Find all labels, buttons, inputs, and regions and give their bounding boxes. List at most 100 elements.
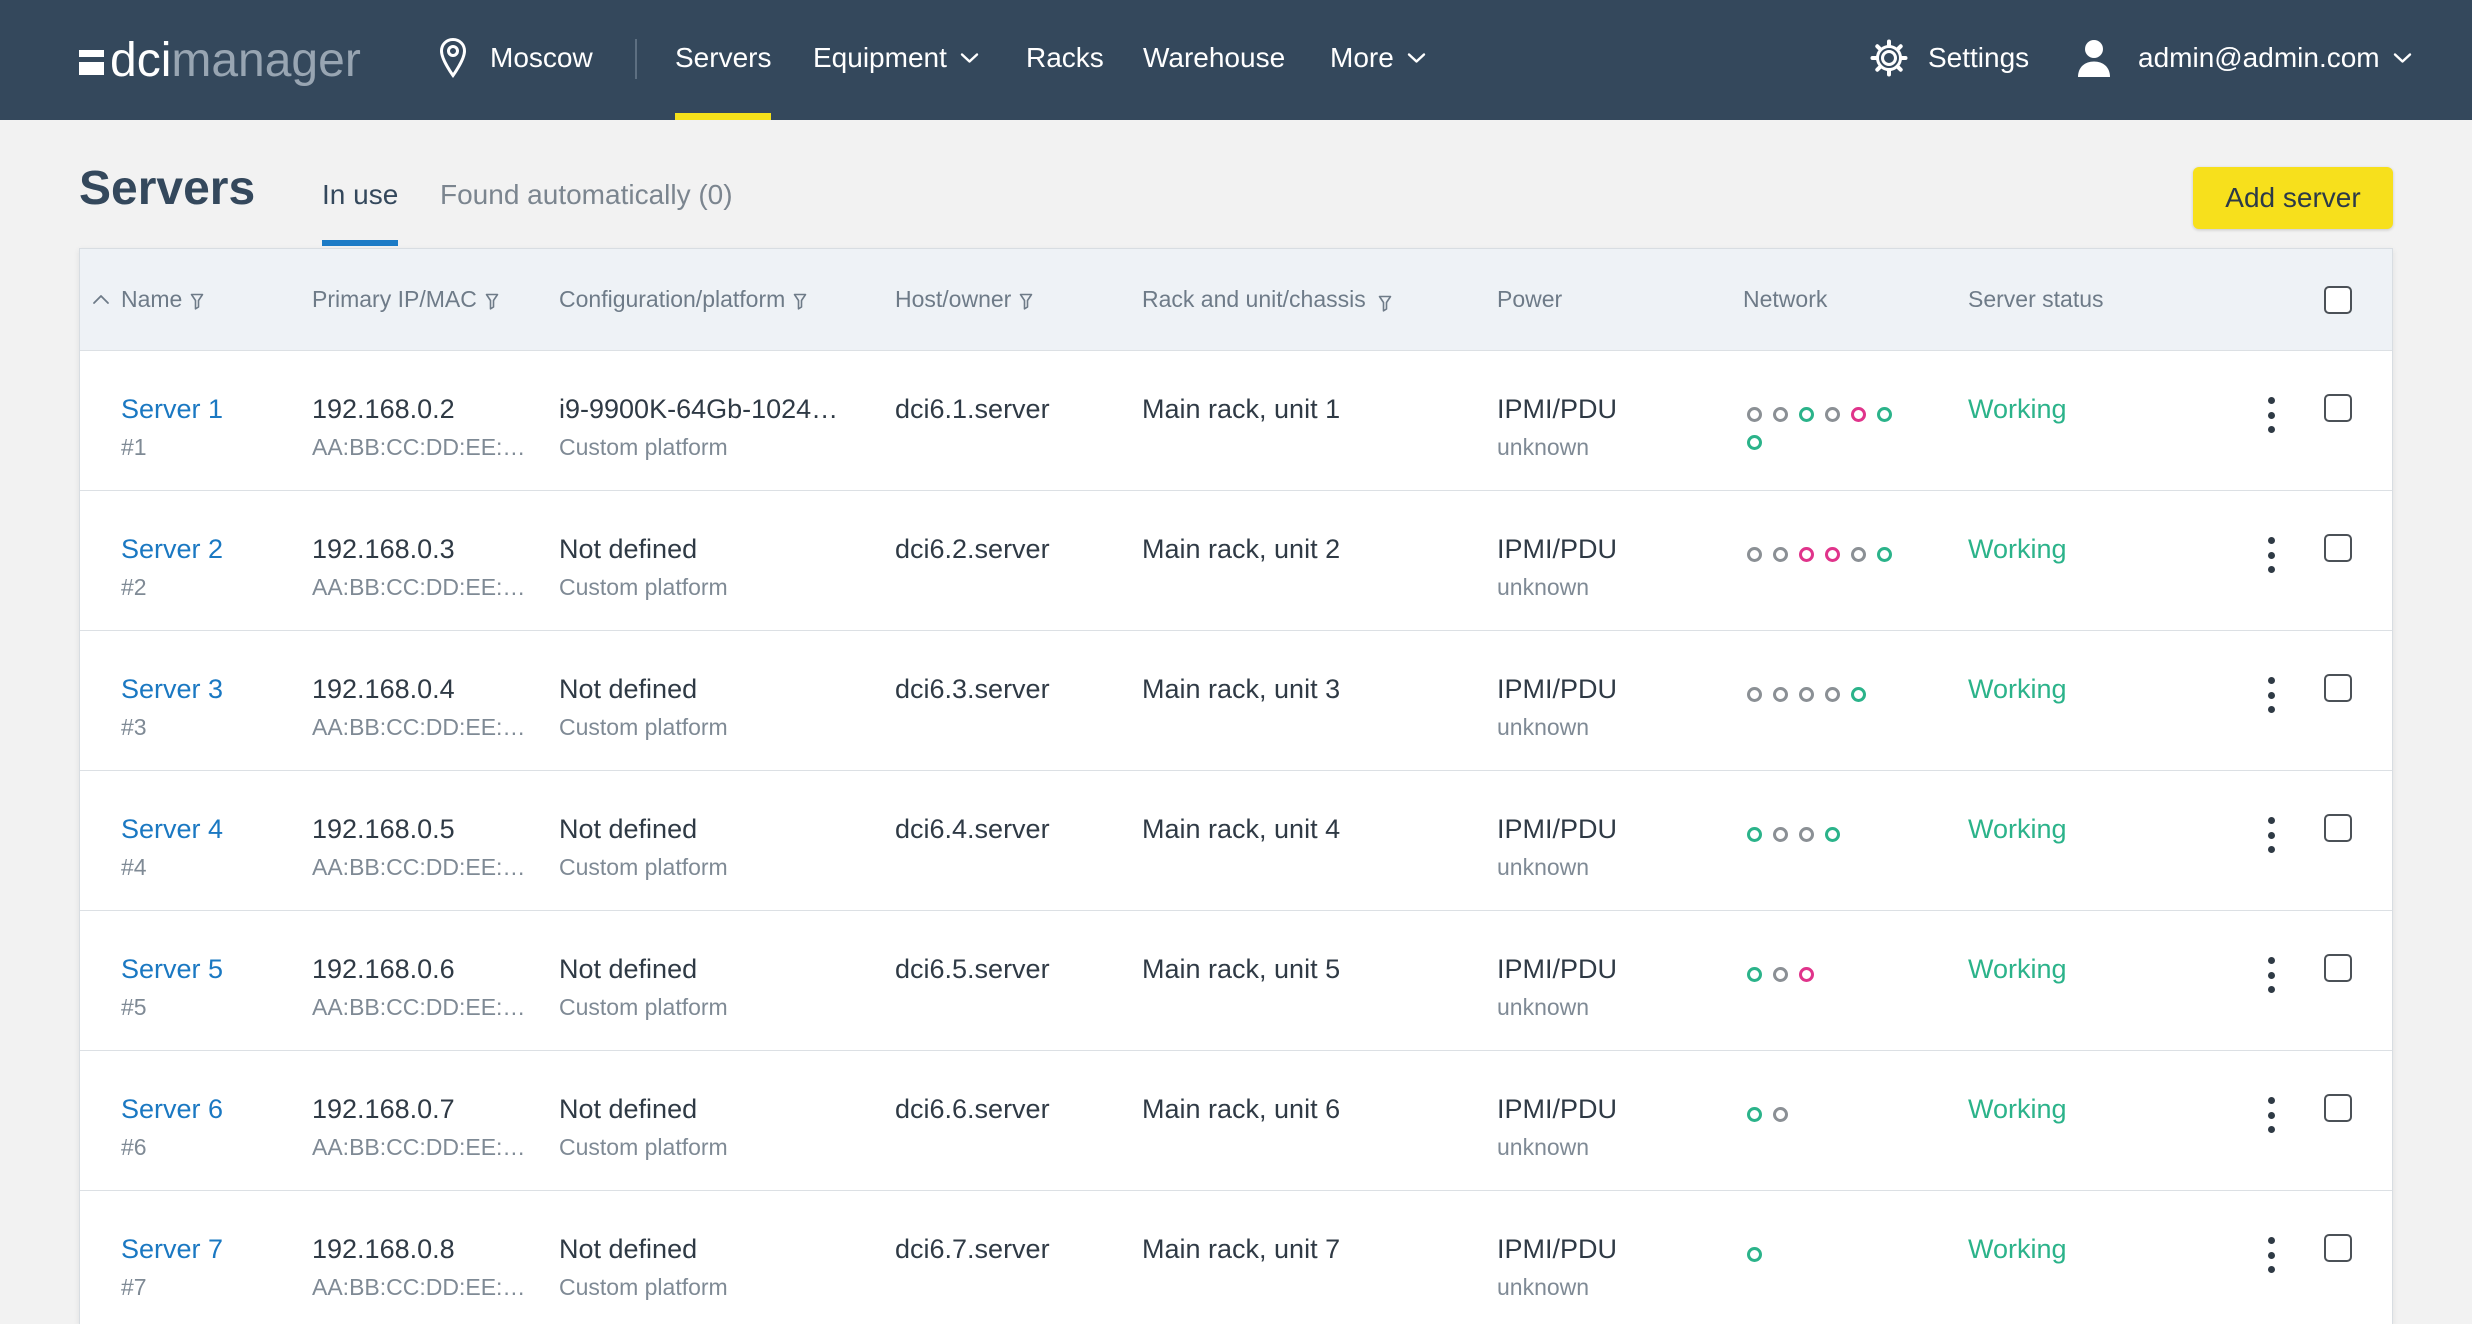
network-interface-status-icon[interactable]: [1747, 687, 1762, 702]
network-interface-status-icon[interactable]: [1877, 407, 1892, 422]
table-row[interactable]: Server 4 #4 192.168.0.5 AA:BB:CC:DD:EE:… Not…: [80, 770, 2392, 910]
platform: Custom platform: [559, 994, 728, 1020]
network-interface-status-icon[interactable]: [1747, 407, 1762, 422]
kebab-dot: [2267, 706, 2275, 713]
table-row[interactable]: Server 6 #6 192.168.0.7 AA:BB:CC:DD:EE:… Not…: [80, 1050, 2392, 1190]
location-selector[interactable]: Moscow: [438, 0, 593, 116]
power-state: unknown: [1497, 434, 1590, 460]
primary-ip: 192.168.0.3: [312, 534, 455, 564]
power-type: IPMI/PDU: [1497, 954, 1618, 984]
chevron-down-icon: [2393, 52, 2412, 64]
rack-unit: Main rack, unit 6: [1142, 1094, 1341, 1124]
server-name-link[interactable]: Server 1: [121, 392, 223, 426]
table-row[interactable]: Server 7 #7 192.168.0.8 AA:BB:CC:DD:EE:… Not…: [80, 1190, 2392, 1324]
mac-address: AA:BB:CC:DD:EE:…: [312, 1134, 526, 1160]
network-interface-status-icon[interactable]: [1773, 407, 1788, 422]
settings-link[interactable]: Settings: [1870, 0, 2029, 116]
nav-item-equipment[interactable]: Equipment: [813, 0, 979, 116]
logo-icon-bar: [79, 49, 104, 57]
network-interface-status-icon[interactable]: [1773, 687, 1788, 702]
column-header-rack-unit-chassis[interactable]: Rack and unit/chassis: [1142, 249, 1392, 350]
row-actions-menu-icon[interactable]: [2261, 955, 2281, 995]
network-interface-status-icon[interactable]: [1851, 687, 1866, 702]
row-actions-menu-icon[interactable]: [2261, 815, 2281, 855]
add-server-button[interactable]: Add server: [2193, 167, 2393, 229]
network-interface-status-icon[interactable]: [1825, 687, 1840, 702]
network-interface-status-icon[interactable]: [1773, 967, 1788, 982]
column-header-label: Rack and unit/chassis: [1142, 286, 1366, 312]
filter-icon[interactable]: [1019, 293, 1033, 310]
kebab-dot: [2267, 1251, 2275, 1259]
network-interface-status-icon[interactable]: [1877, 547, 1892, 562]
filter-icon[interactable]: [793, 293, 807, 310]
filter-icon[interactable]: [190, 293, 204, 310]
network-interface-status-icon[interactable]: [1747, 1107, 1762, 1122]
network-interface-status-icon[interactable]: [1747, 435, 1762, 450]
row-checkbox[interactable]: [2324, 534, 2352, 562]
platform: Custom platform: [559, 574, 728, 600]
platform: Custom platform: [559, 714, 728, 740]
kebab-dot: [2267, 1126, 2275, 1133]
network-interface-status-icon[interactable]: [1825, 827, 1840, 842]
network-interface-status-icon[interactable]: [1773, 827, 1788, 842]
network-interface-status-icon[interactable]: [1747, 967, 1762, 982]
network-interface-status-icon[interactable]: [1851, 407, 1866, 422]
kebab-dot: [2267, 691, 2275, 699]
configuration: Not defined: [559, 534, 698, 564]
tab-in-use[interactable]: In use: [322, 177, 399, 246]
network-interface-status-icon[interactable]: [1799, 687, 1814, 702]
mac-address: AA:BB:CC:DD:EE:…: [312, 714, 526, 740]
filter-icon[interactable]: [1378, 295, 1392, 312]
user-menu[interactable]: admin@admin.com: [2075, 0, 2412, 116]
server-id: #2: [121, 574, 147, 600]
row-actions-menu-icon[interactable]: [2261, 1235, 2281, 1275]
nav-item-more[interactable]: More: [1330, 0, 1426, 116]
network-interface-status-icon[interactable]: [1851, 547, 1866, 562]
server-status: Working: [1968, 1094, 2067, 1124]
filter-icon[interactable]: [485, 293, 499, 310]
select-all-checkbox[interactable]: [2324, 286, 2352, 314]
row-checkbox[interactable]: [2324, 394, 2352, 422]
row-checkbox[interactable]: [2324, 1094, 2352, 1122]
row-actions-menu-icon[interactable]: [2261, 675, 2281, 715]
network-interface-status-icon[interactable]: [1825, 547, 1840, 562]
table-row[interactable]: Server 1 #1 192.168.0.2 AA:BB:CC:DD:EE:… i9-…: [80, 350, 2392, 490]
server-name-link[interactable]: Server 3: [121, 672, 223, 706]
table-row[interactable]: Server 2 #2 192.168.0.3 AA:BB:CC:DD:EE:… Not…: [80, 490, 2392, 630]
tab-found-automatically[interactable]: Found automatically (0): [440, 177, 733, 213]
row-actions-menu-icon[interactable]: [2261, 535, 2281, 575]
network-interface-status-icon[interactable]: [1799, 967, 1814, 982]
server-name-link[interactable]: Server 5: [121, 952, 223, 986]
network-interface-status-icon[interactable]: [1773, 1107, 1788, 1122]
table-row[interactable]: Server 3 #3 192.168.0.4 AA:BB:CC:DD:EE:… Not…: [80, 630, 2392, 770]
nav-item-racks[interactable]: Racks: [1026, 0, 1104, 116]
sort-ascending-icon[interactable]: [92, 293, 110, 305]
row-checkbox[interactable]: [2324, 674, 2352, 702]
network-interface-status-icon[interactable]: [1747, 547, 1762, 562]
server-name-link[interactable]: Server 7: [121, 1232, 223, 1266]
column-header-host-owner[interactable]: Host/owner: [895, 249, 1033, 350]
server-name-link[interactable]: Server 6: [121, 1092, 223, 1126]
row-checkbox[interactable]: [2324, 954, 2352, 982]
logo[interactable]: dci manager: [79, 0, 361, 120]
network-interface-status-icon[interactable]: [1747, 1247, 1762, 1262]
column-header-configuration-platform[interactable]: Configuration/platform: [559, 249, 807, 350]
column-header-primary-ip-mac[interactable]: Primary IP/MAC: [312, 249, 499, 350]
nav-item-servers[interactable]: Servers: [675, 0, 772, 120]
row-actions-menu-icon[interactable]: [2261, 395, 2281, 435]
rack-unit: Main rack, unit 1: [1142, 394, 1341, 424]
network-interface-status-icon[interactable]: [1799, 827, 1814, 842]
row-checkbox[interactable]: [2324, 1234, 2352, 1262]
network-interface-status-icon[interactable]: [1747, 827, 1762, 842]
table-row[interactable]: Server 5 #5 192.168.0.6 AA:BB:CC:DD:EE:… Not…: [80, 910, 2392, 1050]
column-header-name[interactable]: Name: [92, 249, 204, 350]
row-actions-menu-icon[interactable]: [2261, 1095, 2281, 1135]
row-checkbox[interactable]: [2324, 814, 2352, 842]
network-interface-status-icon[interactable]: [1825, 407, 1840, 422]
network-interface-status-icon[interactable]: [1799, 547, 1814, 562]
nav-item-warehouse[interactable]: Warehouse: [1143, 0, 1285, 116]
server-name-link[interactable]: Server 4: [121, 812, 223, 846]
server-name-link[interactable]: Server 2: [121, 532, 223, 566]
network-interface-status-icon[interactable]: [1773, 547, 1788, 562]
network-interface-status-icon[interactable]: [1799, 407, 1814, 422]
